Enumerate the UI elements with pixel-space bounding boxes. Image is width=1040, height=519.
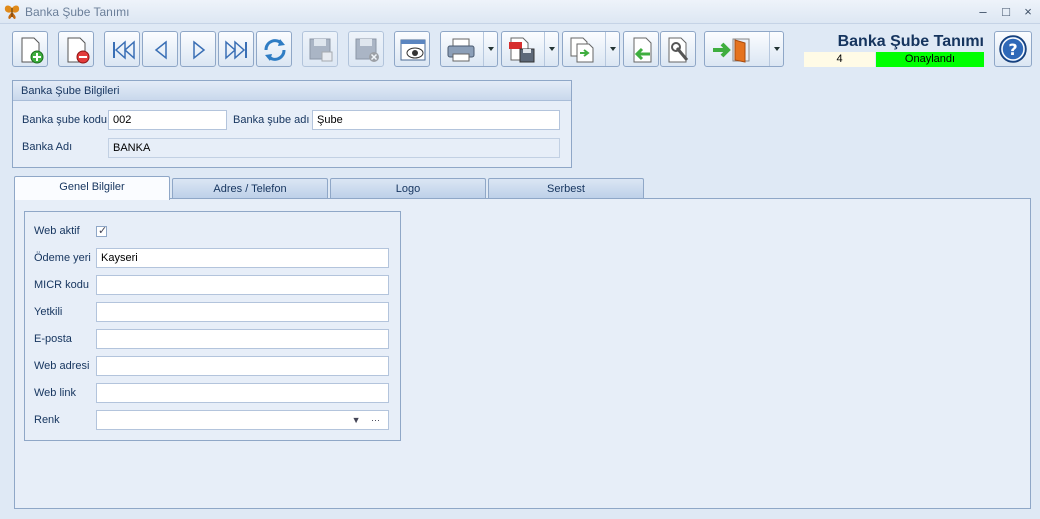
web-active-checkbox[interactable] xyxy=(96,224,107,237)
last-record-button[interactable] xyxy=(218,31,254,67)
svg-text:?: ? xyxy=(1008,40,1017,59)
help-button[interactable]: ? xyxy=(994,31,1032,67)
payment-place-input[interactable]: Kayseri xyxy=(96,248,389,268)
import-icon xyxy=(633,37,652,63)
color-label: Renk xyxy=(34,414,60,426)
first-record-icon xyxy=(113,40,135,60)
branch-name-label: Banka şube adı xyxy=(233,114,310,126)
status-badge: Onaylandı xyxy=(876,52,984,67)
pdf-export-button[interactable] xyxy=(501,31,559,67)
butterfly-app-icon xyxy=(4,5,20,19)
copy-dropdown-arrow[interactable] xyxy=(605,32,619,66)
print-icon xyxy=(447,38,475,62)
new-document-icon xyxy=(21,37,44,64)
save-icon xyxy=(309,38,333,62)
previous-record-button[interactable] xyxy=(142,31,178,67)
import-button[interactable] xyxy=(623,31,659,67)
pdf-export-icon xyxy=(509,37,535,63)
new-button[interactable] xyxy=(12,31,48,67)
payment-place-label: Ödeme yeri xyxy=(34,252,91,264)
record-count: 4 xyxy=(804,52,875,67)
branch-code-input[interactable]: 002 xyxy=(108,110,227,130)
email-label: E-posta xyxy=(34,333,72,345)
preview-icon xyxy=(400,39,426,61)
tools-button[interactable] xyxy=(660,31,696,67)
tab-strip: Genel Bilgiler Adres / Telefon Logo Serb… xyxy=(14,176,654,200)
web-address-label: Web adresi xyxy=(34,360,90,372)
form-title: Banka Şube Tanımı xyxy=(837,33,984,50)
web-link-input[interactable] xyxy=(96,383,389,403)
delete-button[interactable] xyxy=(58,31,94,67)
title-bar: Banka Şube Tanımı – □ × xyxy=(0,0,1040,24)
email-input[interactable] xyxy=(96,329,389,349)
web-address-input[interactable] xyxy=(96,356,389,376)
tab-address-phone[interactable]: Adres / Telefon xyxy=(172,178,328,199)
tools-icon xyxy=(668,37,689,63)
color-combo[interactable]: ▼ ⋯ xyxy=(96,410,389,430)
exit-dropdown-arrow[interactable] xyxy=(769,32,783,66)
preview-button[interactable] xyxy=(394,31,430,67)
group-header: Banka Şube Bilgileri xyxy=(13,81,571,101)
branch-name-input[interactable]: Şube xyxy=(312,110,560,130)
maximize-button[interactable]: □ xyxy=(997,3,1015,21)
bank-name-field: BANKA xyxy=(108,138,560,158)
print-button[interactable] xyxy=(440,31,498,67)
help-icon: ? xyxy=(999,35,1027,63)
web-active-label: Web aktif xyxy=(34,225,80,237)
authorized-input[interactable] xyxy=(96,302,389,322)
cancel-save-icon xyxy=(355,38,379,62)
window-title: Banka Şube Tanımı xyxy=(25,5,130,19)
pdf-export-dropdown-arrow[interactable] xyxy=(544,32,558,66)
save-button[interactable] xyxy=(302,31,338,67)
minimize-button[interactable]: – xyxy=(974,3,992,21)
bank-name-label: Banka Adı xyxy=(22,141,73,153)
copy-icon xyxy=(570,37,594,63)
tab-free[interactable]: Serbest xyxy=(488,178,644,199)
cancel-save-button[interactable] xyxy=(348,31,384,67)
color-dropdown-icon[interactable]: ▼ ⋯ xyxy=(352,411,384,429)
branch-code-label: Banka şube kodu xyxy=(22,114,108,126)
web-link-label: Web link xyxy=(34,387,76,399)
tab-general[interactable]: Genel Bilgiler xyxy=(14,176,170,200)
last-record-icon xyxy=(225,40,247,60)
tab-logo[interactable]: Logo xyxy=(330,178,486,199)
exit-button[interactable] xyxy=(704,31,784,67)
micr-code-input[interactable] xyxy=(96,275,389,295)
authorized-label: Yetkili xyxy=(34,306,63,318)
close-button[interactable]: × xyxy=(1019,3,1037,21)
general-info-panel xyxy=(24,211,401,441)
delete-document-icon xyxy=(67,37,90,64)
copy-button[interactable] xyxy=(562,31,620,67)
refresh-button[interactable] xyxy=(256,31,292,67)
refresh-icon xyxy=(264,39,286,61)
next-record-icon xyxy=(193,40,206,60)
previous-record-icon xyxy=(154,40,167,60)
next-record-button[interactable] xyxy=(180,31,216,67)
first-record-button[interactable] xyxy=(104,31,140,67)
micr-code-label: MICR kodu xyxy=(34,279,90,291)
exit-icon xyxy=(713,38,750,63)
print-dropdown-arrow[interactable] xyxy=(483,32,497,66)
